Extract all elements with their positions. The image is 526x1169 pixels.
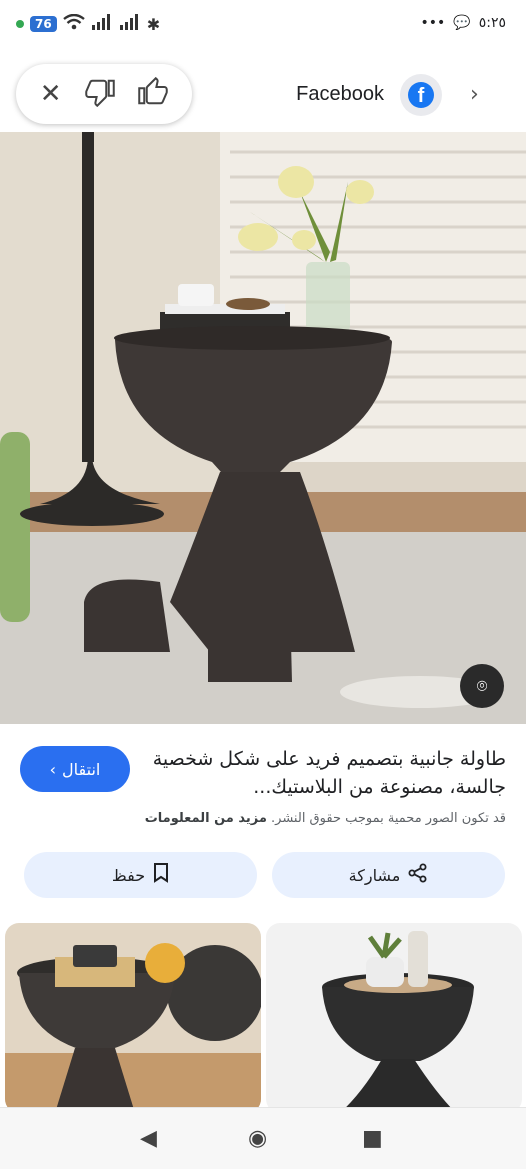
save-button-label: حفظ bbox=[111, 865, 146, 885]
visit-button-label: انتقال bbox=[62, 759, 101, 779]
facebook-icon: f bbox=[408, 82, 434, 108]
message-icon: 💬 bbox=[453, 15, 471, 31]
share-button[interactable]: مشاركة bbox=[272, 852, 505, 898]
result-title[interactable]: طاولة جانبية بتصميم فريد على شكل شخصية ج… bbox=[150, 745, 506, 801]
viewer-top-bar: ✕ Facebook f › bbox=[0, 60, 526, 130]
signal-icon bbox=[91, 14, 113, 34]
clock: ٥:٢٥ bbox=[478, 15, 506, 31]
back-nav-icon[interactable]: ◀ bbox=[140, 1126, 157, 1151]
source-name[interactable]: Facebook bbox=[296, 83, 384, 106]
product-image[interactable] bbox=[0, 132, 526, 724]
chevron-left-icon: ‹ bbox=[49, 759, 57, 779]
status-bar: 76 ✱ ••• 💬 ٥:٢٥ bbox=[0, 0, 526, 50]
home-nav-icon[interactable]: ◉ bbox=[248, 1126, 267, 1151]
related-image-left[interactable] bbox=[5, 923, 261, 1113]
chevron-right-icon[interactable]: › bbox=[470, 82, 479, 107]
more-info-link[interactable]: مزيد من المعلومات bbox=[145, 811, 267, 826]
feedback-pill: ✕ bbox=[16, 64, 192, 124]
visit-button[interactable]: ‹ انتقال bbox=[20, 746, 130, 792]
related-image-right[interactable] bbox=[266, 923, 522, 1113]
google-lens-icon[interactable]: ⌾ bbox=[460, 664, 504, 708]
close-icon[interactable]: ✕ bbox=[40, 81, 62, 107]
share-icon bbox=[408, 863, 428, 887]
notification-dot bbox=[16, 20, 24, 28]
bookmark-icon bbox=[153, 863, 169, 887]
wifi-icon bbox=[62, 13, 85, 34]
more-dots-icon: ••• bbox=[420, 15, 446, 31]
facebook-logo[interactable]: f bbox=[400, 74, 442, 116]
copyright-text: قد تكون الصور محمية بموجب حقوق النشر. bbox=[271, 811, 506, 826]
battery-indicator: 76 bbox=[30, 16, 57, 32]
share-button-label: مشاركة bbox=[348, 865, 401, 885]
copyright-note: قد تكون الصور محمية بموجب حقوق النشر. مز… bbox=[145, 811, 506, 826]
recents-nav-icon[interactable]: ■ bbox=[362, 1126, 383, 1151]
system-nav-bar: ◀ ◉ ■ bbox=[0, 1107, 526, 1169]
thumbs-up-icon[interactable] bbox=[138, 76, 169, 112]
save-button[interactable]: حفظ bbox=[24, 852, 257, 898]
bluetooth-icon: ✱ bbox=[146, 14, 161, 34]
signal-icon-2 bbox=[119, 14, 141, 34]
thumbs-down-icon[interactable] bbox=[85, 77, 115, 112]
